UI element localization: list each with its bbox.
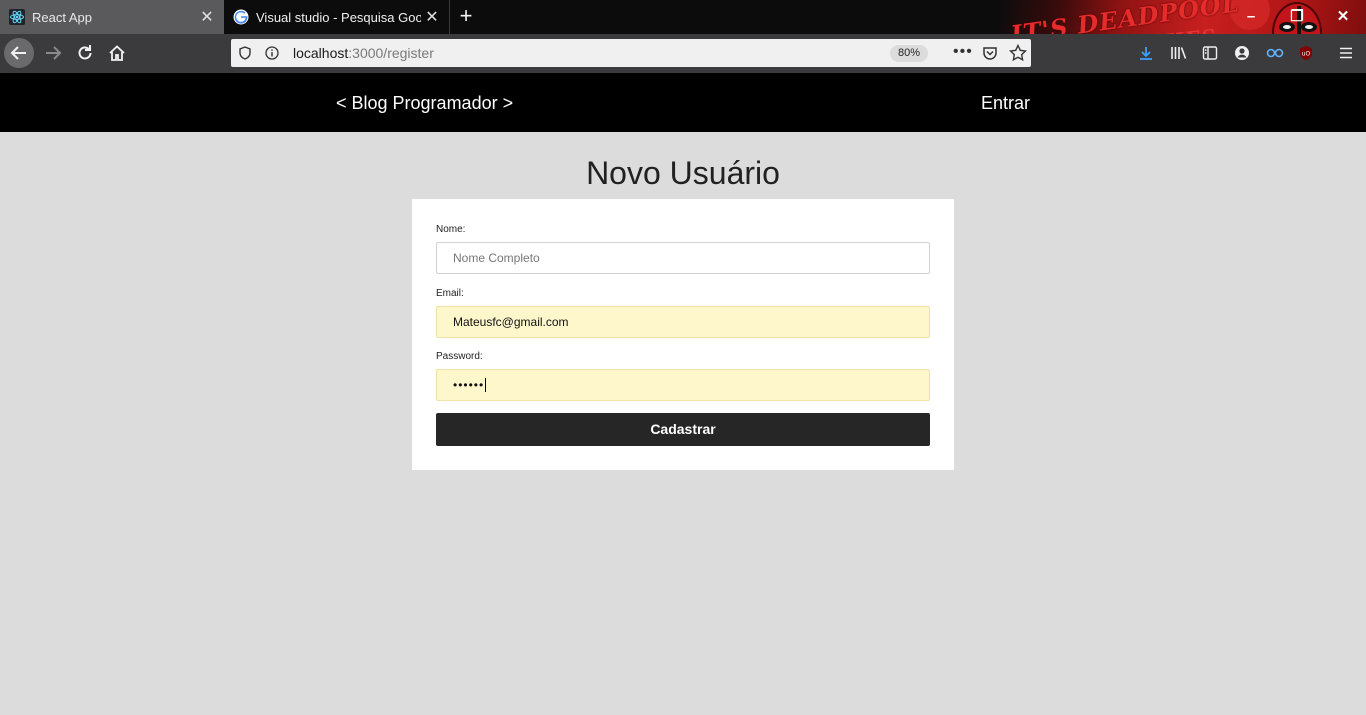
password-value: •••••• <box>453 378 485 392</box>
tab-google-search[interactable]: Visual studio - Pesquisa Google ✕ <box>224 0 450 34</box>
register-form: Nome: Nome Completo Email: Mateusfc@gmai… <box>412 199 954 470</box>
browser-toolbar: localhost:3000/register 80% ••• uO <box>0 34 1366 73</box>
name-placeholder: Nome Completo <box>453 251 540 265</box>
google-icon <box>233 9 249 25</box>
tab-title: Visual studio - Pesquisa Google <box>256 9 421 25</box>
url-host: localhost <box>293 45 349 61</box>
react-icon <box>9 9 25 25</box>
account-icon[interactable] <box>1234 44 1250 62</box>
more-actions-icon[interactable]: ••• <box>953 43 973 61</box>
minimize-icon[interactable]: – <box>1240 6 1262 28</box>
home-button[interactable] <box>102 38 132 68</box>
download-icon[interactable] <box>1138 44 1154 62</box>
text-caret <box>485 378 487 392</box>
email-input[interactable]: Mateusfc@gmail.com <box>436 306 930 338</box>
close-icon[interactable]: ✕ <box>196 7 218 27</box>
tab-title: React App <box>32 9 92 25</box>
ublock-icon[interactable]: uO <box>1298 44 1314 62</box>
reload-icon <box>78 45 92 60</box>
pocket-icon[interactable] <box>982 45 998 66</box>
email-label: Email: <box>436 288 464 299</box>
tracking-shield-icon[interactable] <box>238 46 254 60</box>
reload-button[interactable] <box>70 38 100 68</box>
close-icon[interactable]: ✕ <box>421 7 443 27</box>
sidebar-icon[interactable] <box>1202 44 1218 62</box>
url-path: :3000/register <box>348 45 434 61</box>
tab-react-app[interactable]: React App ✕ <box>0 0 224 34</box>
hamburger-menu-icon[interactable] <box>1338 44 1354 62</box>
page-title: Novo Usuário <box>586 155 780 191</box>
forward-button[interactable] <box>38 38 68 68</box>
arrow-right-icon <box>46 46 62 60</box>
name-label: Nome: <box>436 224 466 235</box>
svg-text:uO: uO <box>1302 51 1311 58</box>
site-info-icon[interactable] <box>265 46 281 60</box>
password-label: Password: <box>436 351 483 362</box>
library-icon[interactable] <box>1170 44 1188 62</box>
app-header: < Blog Programador > Entrar <box>0 73 1366 132</box>
url-text: localhost:3000/register <box>293 45 434 61</box>
name-input[interactable]: Nome Completo <box>436 242 930 274</box>
extension-icon[interactable] <box>1266 44 1284 62</box>
zoom-level-badge[interactable]: 80% <box>890 45 928 62</box>
register-button[interactable]: Cadastrar <box>436 413 930 446</box>
bookmark-star-icon[interactable] <box>1008 43 1028 67</box>
close-window-icon[interactable]: ✕ <box>1332 6 1354 28</box>
address-bar[interactable]: localhost:3000/register 80% ••• <box>231 39 1031 67</box>
home-icon <box>109 45 125 61</box>
login-link[interactable]: Entrar <box>981 93 1030 114</box>
restore-icon[interactable]: ❐ <box>1286 6 1308 28</box>
browser-tab-bar: React App ✕ Visual studio - Pesquisa Goo… <box>0 0 1366 73</box>
email-value: Mateusfc@gmail.com <box>453 315 569 329</box>
new-tab-button[interactable]: + <box>453 3 479 31</box>
back-button[interactable] <box>4 38 34 68</box>
brand-link[interactable]: < Blog Programador > <box>336 93 513 114</box>
arrow-left-icon <box>10 46 26 60</box>
password-input[interactable]: •••••• <box>436 369 930 401</box>
